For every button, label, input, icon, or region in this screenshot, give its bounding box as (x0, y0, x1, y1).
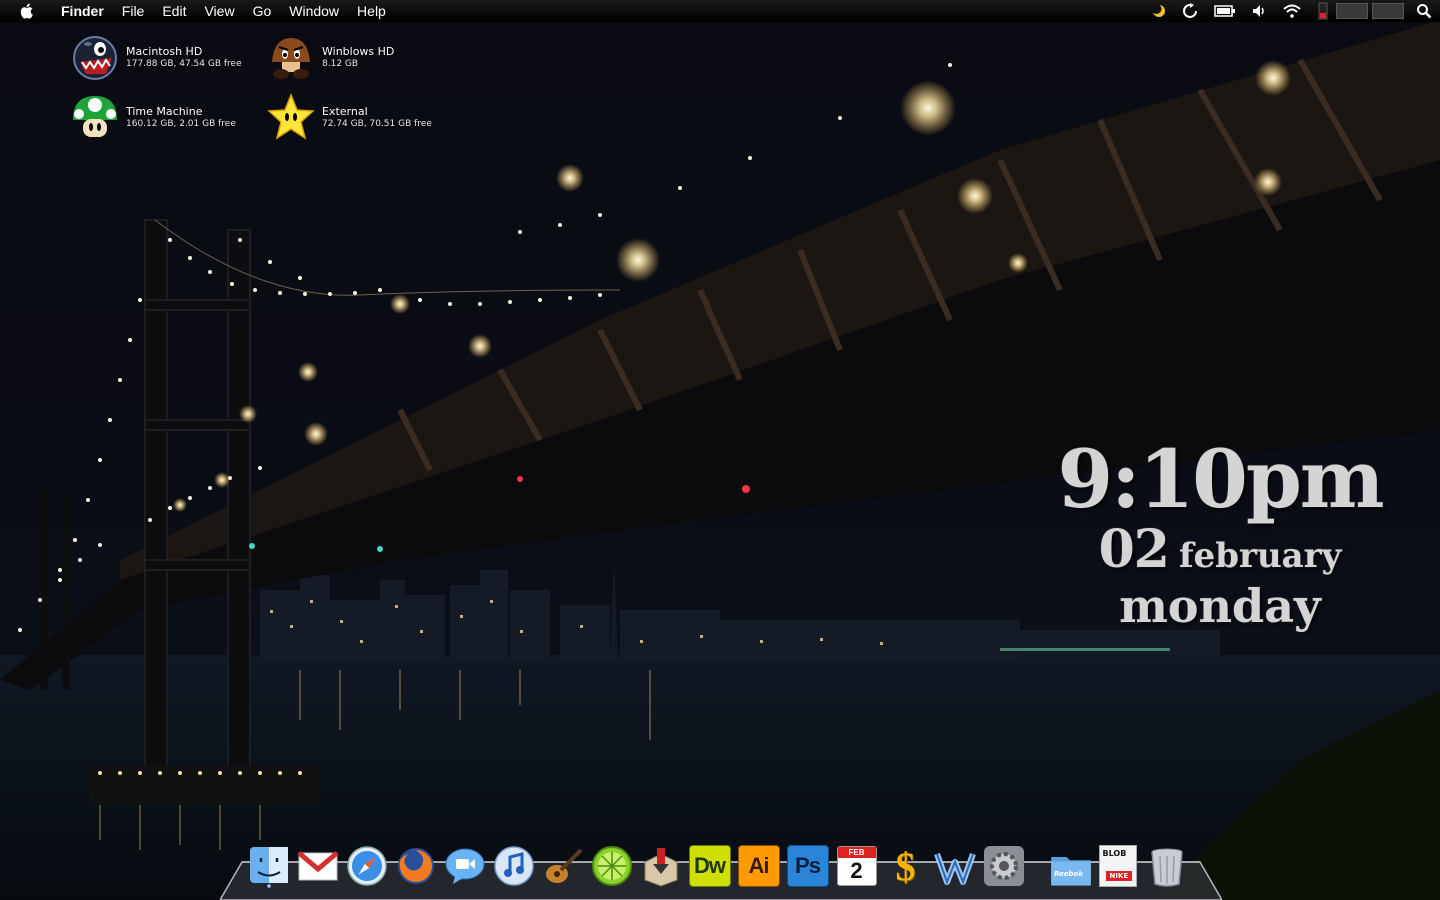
dock-ical[interactable]: FEB 2 (835, 844, 879, 888)
menu-window[interactable]: Window (280, 3, 348, 19)
document-title: BLOB (1102, 849, 1127, 858)
dock-gmail[interactable] (296, 844, 340, 888)
dock-garageband[interactable] (541, 844, 585, 888)
desktop-icon-info: 160.12 GB, 2.01 GB free (126, 118, 236, 129)
calendar-month: FEB (837, 847, 876, 858)
clock-day: 02 (1098, 519, 1170, 580)
dock-limewire[interactable] (590, 844, 634, 888)
menubar-meter-1[interactable] (1336, 3, 1368, 19)
clock-date: 02 february (1040, 520, 1400, 580)
folder-label: Reebok (1053, 870, 1083, 878)
dock-dreamweaver[interactable]: Dw (688, 844, 732, 888)
clock-time: 9:10pm (1057, 432, 1384, 526)
apple-menu-icon[interactable] (18, 2, 40, 20)
desktop-icon-info: 72.74 GB, 70.51 GB free (322, 118, 432, 129)
installer-icon (644, 848, 677, 887)
clock-month: february (1179, 536, 1342, 576)
desktop-icon-info: 8.12 GB (322, 58, 359, 69)
dock-system-preferences[interactable] (982, 844, 1026, 888)
dock-safari[interactable] (345, 844, 389, 888)
menu-finder[interactable]: Finder (52, 3, 113, 19)
dollar-icon: $ (895, 843, 916, 889)
dock-installer[interactable] (639, 844, 683, 888)
dock-stack-nike[interactable]: BLOB NIKE (1096, 844, 1140, 888)
desktop-icon-time-machine[interactable]: Time Machine 160.12 GB, 2.01 GB free (70, 92, 236, 142)
firefox-icon (397, 848, 434, 884)
dock-finder[interactable] (247, 844, 291, 888)
desktop-icon-name: External (322, 104, 368, 118)
dock-itunes[interactable] (492, 844, 536, 888)
sync-icon[interactable] (1182, 3, 1198, 19)
trash-icon (1150, 848, 1183, 887)
1up-mushroom-icon (73, 96, 117, 137)
folder-icon: Reebok (1049, 846, 1091, 886)
dock-word[interactable] (933, 844, 977, 888)
clock-widget: 9:10pm 02 february monday (1040, 434, 1400, 632)
activity-meter-icon[interactable] (1318, 2, 1328, 20)
dock-money[interactable]: $ (884, 843, 928, 889)
dock-photoshop[interactable]: Ps (786, 844, 830, 888)
dock-stack-reebok[interactable]: Reebok (1047, 844, 1091, 888)
desktop-icon-name: Winblows HD (322, 44, 395, 58)
itunes-icon (493, 846, 534, 886)
desktop-icon-external[interactable]: External 72.74 GB, 70.51 GB free (266, 92, 432, 142)
clock-weekday: monday (1119, 579, 1321, 633)
chain-chomp-icon (73, 36, 117, 80)
dock-ichat[interactable] (443, 844, 487, 888)
calendar-icon: FEB 2 (836, 846, 877, 886)
menubar-meter-2[interactable] (1372, 3, 1404, 19)
dock-trash[interactable] (1145, 844, 1189, 888)
dock: Dw Ai Ps FEB 2 $ Reebok BLOB NIKE (244, 836, 1191, 889)
desktop-icon-macintosh-hd[interactable]: Macintosh HD 177.88 GB, 47.54 GB free (70, 32, 242, 82)
illustrator-icon: Ai (737, 845, 780, 887)
ichat-icon (445, 848, 484, 884)
star-icon (267, 92, 315, 140)
finder-icon (249, 847, 288, 888)
desktop-icon-winblows-hd[interactable]: Winblows HD 8.12 GB (266, 32, 394, 82)
menu-view[interactable]: View (195, 3, 243, 19)
garageband-icon (545, 848, 582, 883)
goomba-icon (272, 38, 310, 79)
menu-file[interactable]: File (113, 3, 154, 19)
menu-edit[interactable]: Edit (153, 3, 195, 19)
document-icon: BLOB NIKE (1098, 845, 1137, 887)
safari-icon (346, 846, 387, 886)
spotlight-icon[interactable] (1416, 3, 1432, 19)
word-icon (933, 852, 976, 885)
wifi-icon[interactable] (1282, 4, 1302, 18)
desktop-icon-info: 177.88 GB, 47.54 GB free (126, 58, 242, 69)
photoshop-icon: Ps (786, 845, 829, 887)
menu-bar: Finder File Edit View Go Window Help (0, 0, 1440, 22)
menu-go[interactable]: Go (244, 3, 281, 19)
battery-icon[interactable] (1214, 5, 1236, 17)
dock-firefox[interactable] (394, 844, 438, 888)
limewire-icon (591, 846, 632, 886)
calendar-day: 2 (850, 858, 863, 883)
gear-icon (983, 846, 1024, 886)
volume-icon[interactable] (1252, 4, 1266, 18)
dock-illustrator[interactable]: Ai (737, 844, 781, 888)
menu-help[interactable]: Help (348, 3, 395, 19)
dreamweaver-icon: Dw (688, 845, 731, 887)
gmail-icon (296, 851, 339, 881)
moon-icon[interactable] (1152, 4, 1166, 18)
desktop-icon-name: Time Machine (126, 104, 203, 118)
document-badge: NIKE (1105, 871, 1133, 881)
desktop-icon-name: Macintosh HD (126, 44, 203, 58)
